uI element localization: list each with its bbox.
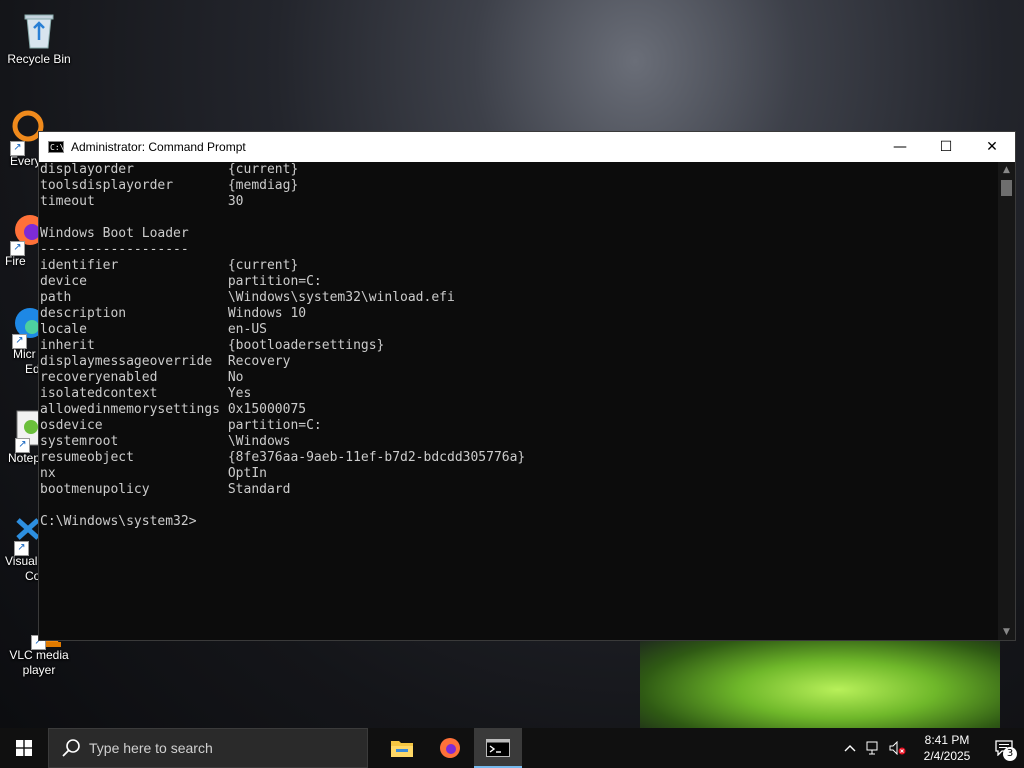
minimize-button[interactable]: — [877, 132, 923, 162]
console-line: device partition=C: [40, 274, 322, 289]
console-line: nx OptIn [40, 466, 267, 481]
console-line: recoveryenabled No [40, 370, 244, 385]
command-prompt-icon: C:\_ [48, 141, 70, 153]
recycle-bin-icon [17, 8, 61, 52]
action-center-button[interactable]: 3 [984, 728, 1024, 768]
scroll-down-icon[interactable]: ▼ [998, 624, 1015, 640]
minimize-icon: — [893, 139, 907, 155]
file-explorer-icon [391, 741, 413, 757]
network-icon[interactable] [862, 728, 886, 768]
command-prompt-window[interactable]: C:\_ Administrator: Command Prompt — ☐ ✕… [38, 131, 1016, 641]
taskbar-file-explorer[interactable] [378, 728, 426, 768]
shortcut-arrow-icon: ↗ [10, 241, 25, 256]
wallpaper-tent-glow [640, 632, 1000, 728]
window-controls: — ☐ ✕ [877, 132, 1015, 162]
maximize-icon: ☐ [939, 139, 953, 155]
console-line: isolatedcontext Yes [40, 386, 252, 401]
shortcut-arrow-icon: ↗ [15, 438, 30, 453]
taskbar-search-box[interactable]: Type here to search [48, 728, 368, 768]
taskbar-command-prompt[interactable] [474, 728, 522, 768]
volume-muted-icon[interactable] [886, 728, 910, 768]
system-tray: 8:41 PM 2/4/2025 3 [838, 728, 1024, 768]
console-line: C:\Windows\system32> [40, 514, 197, 529]
shortcut-arrow-icon: ↗ [10, 141, 25, 156]
show-hidden-icons-chevron-up-icon[interactable] [838, 728, 862, 768]
scroll-thumb[interactable] [1001, 180, 1012, 196]
window-title: Administrator: Command Prompt [71, 140, 246, 154]
vertical-scrollbar[interactable]: ▲ ▼ [998, 162, 1015, 640]
search-icon [62, 739, 80, 757]
close-button[interactable]: ✕ [969, 132, 1015, 162]
console-line: bootmenupolicy Standard [40, 482, 291, 497]
window-titlebar[interactable]: C:\_ Administrator: Command Prompt — ☐ ✕ [39, 132, 1015, 162]
clock-date: 2/4/2025 [923, 749, 971, 763]
console-line: osdevice partition=C: [40, 418, 322, 433]
maximize-button[interactable]: ☐ [923, 132, 969, 162]
desktop-icon-label: player [22, 663, 56, 677]
console-line: identifier {current} [40, 258, 299, 273]
taskbar: Type here to search 8:41 PM 2/4/2025 3 [0, 728, 1024, 768]
search-placeholder: Type here to search [89, 740, 213, 756]
console-line: displayorder {current} [40, 162, 299, 177]
shortcut-arrow-icon: ↗ [14, 541, 29, 556]
recycle-bin-desktop-icon[interactable]: Recycle Bin [1, 8, 77, 67]
console-line: resumeobject {8fe376aa-9aeb-11ef-b7d2-bd… [40, 450, 526, 465]
console-line: displaymessageoverride Recovery [40, 354, 291, 369]
desktop-icon-label: Recycle Bin [7, 52, 71, 66]
console-line: toolsdisplayorder {memdiag} [40, 178, 299, 193]
taskbar-firefox[interactable] [426, 728, 474, 768]
desktop-icon-label: VLC media [9, 648, 69, 662]
console-line: description Windows 10 [40, 306, 307, 321]
console-output[interactable]: displayorder {current} toolsdisplayorder … [39, 162, 999, 640]
firefox-icon [440, 738, 460, 758]
console-line: ------------------- [40, 242, 189, 257]
windows-logo-icon [16, 740, 32, 756]
console-line: path \Windows\system32\winload.efi [40, 290, 455, 305]
notification-count-badge: 3 [1003, 747, 1017, 761]
scroll-up-icon[interactable]: ▲ [998, 162, 1015, 178]
console-line: timeout 30 [40, 194, 244, 209]
command-prompt-icon [486, 739, 510, 757]
clock-time: 8:41 PM [924, 733, 970, 747]
close-icon: ✕ [986, 139, 998, 155]
start-button[interactable] [0, 728, 48, 768]
taskbar-clock[interactable]: 8:41 PM 2/4/2025 [910, 732, 984, 764]
console-line: inherit {bootloadersettings} [40, 338, 385, 353]
console-line: allowedinmemorysettings 0x15000075 [40, 402, 307, 417]
console-line: systemroot \Windows [40, 434, 291, 449]
shortcut-arrow-icon: ↗ [12, 334, 27, 349]
console-line: locale en-US [40, 322, 267, 337]
console-line: Windows Boot Loader [40, 226, 189, 241]
